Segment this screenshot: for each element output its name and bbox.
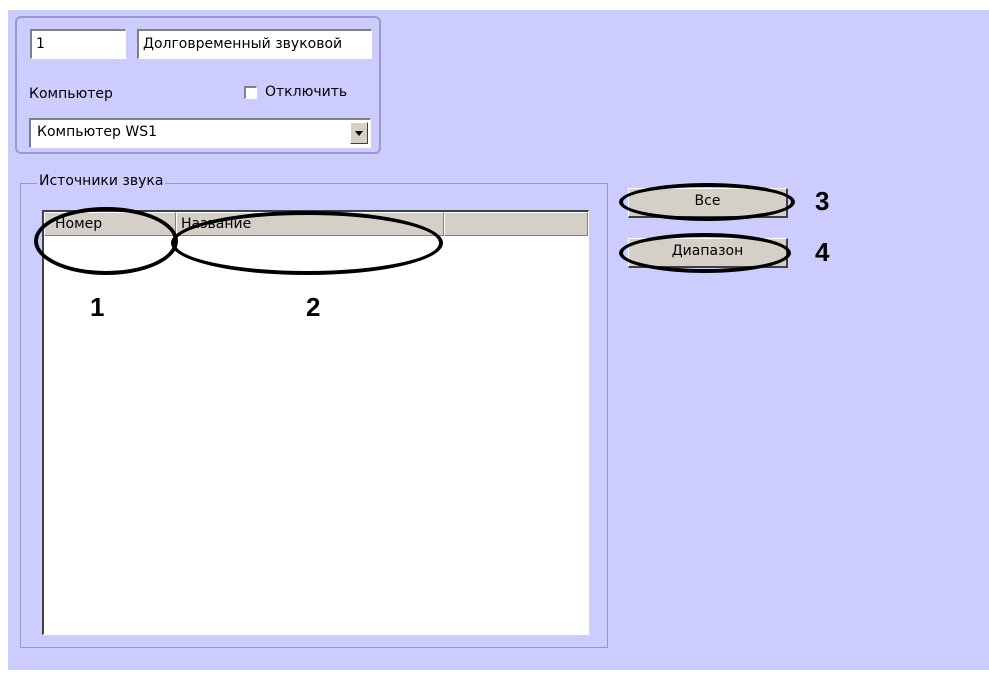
sound-sources-list[interactable]: Номер Название xyxy=(42,210,589,635)
sound-sources-title: Источники звука xyxy=(37,173,166,189)
column-header-name[interactable]: Название xyxy=(176,212,444,236)
list-header: Номер Название xyxy=(44,212,588,236)
computer-label: Компьютер xyxy=(29,86,113,102)
computer-select-value: Компьютер WS1 xyxy=(37,124,157,140)
disable-checkbox[interactable] xyxy=(244,85,257,99)
annotation-number-4: 4 xyxy=(815,237,830,267)
annotation-number-2: 2 xyxy=(306,292,321,322)
column-header-number[interactable]: Номер xyxy=(44,212,176,236)
annotation-number-1: 1 xyxy=(90,292,105,322)
disable-label[interactable]: Отключить xyxy=(265,84,347,100)
object-id-field[interactable]: 1 xyxy=(30,29,126,59)
object-name-field[interactable]: Долговременный звуковой xyxy=(137,29,372,59)
column-header-filler xyxy=(444,212,588,236)
computer-select[interactable]: Компьютер WS1 xyxy=(29,118,371,148)
disable-checkbox-group[interactable]: Отключить xyxy=(244,84,347,100)
annotation-number-3: 3 xyxy=(815,186,830,216)
chevron-down-icon[interactable] xyxy=(350,122,368,144)
sound-sources-group: Источники звука Номер Название xyxy=(20,173,608,648)
select-all-button[interactable]: Все xyxy=(628,188,788,218)
object-settings-panel: 1 Долговременный звуковой Компьютер Откл… xyxy=(15,16,381,154)
range-button[interactable]: Диапазон xyxy=(628,238,788,268)
